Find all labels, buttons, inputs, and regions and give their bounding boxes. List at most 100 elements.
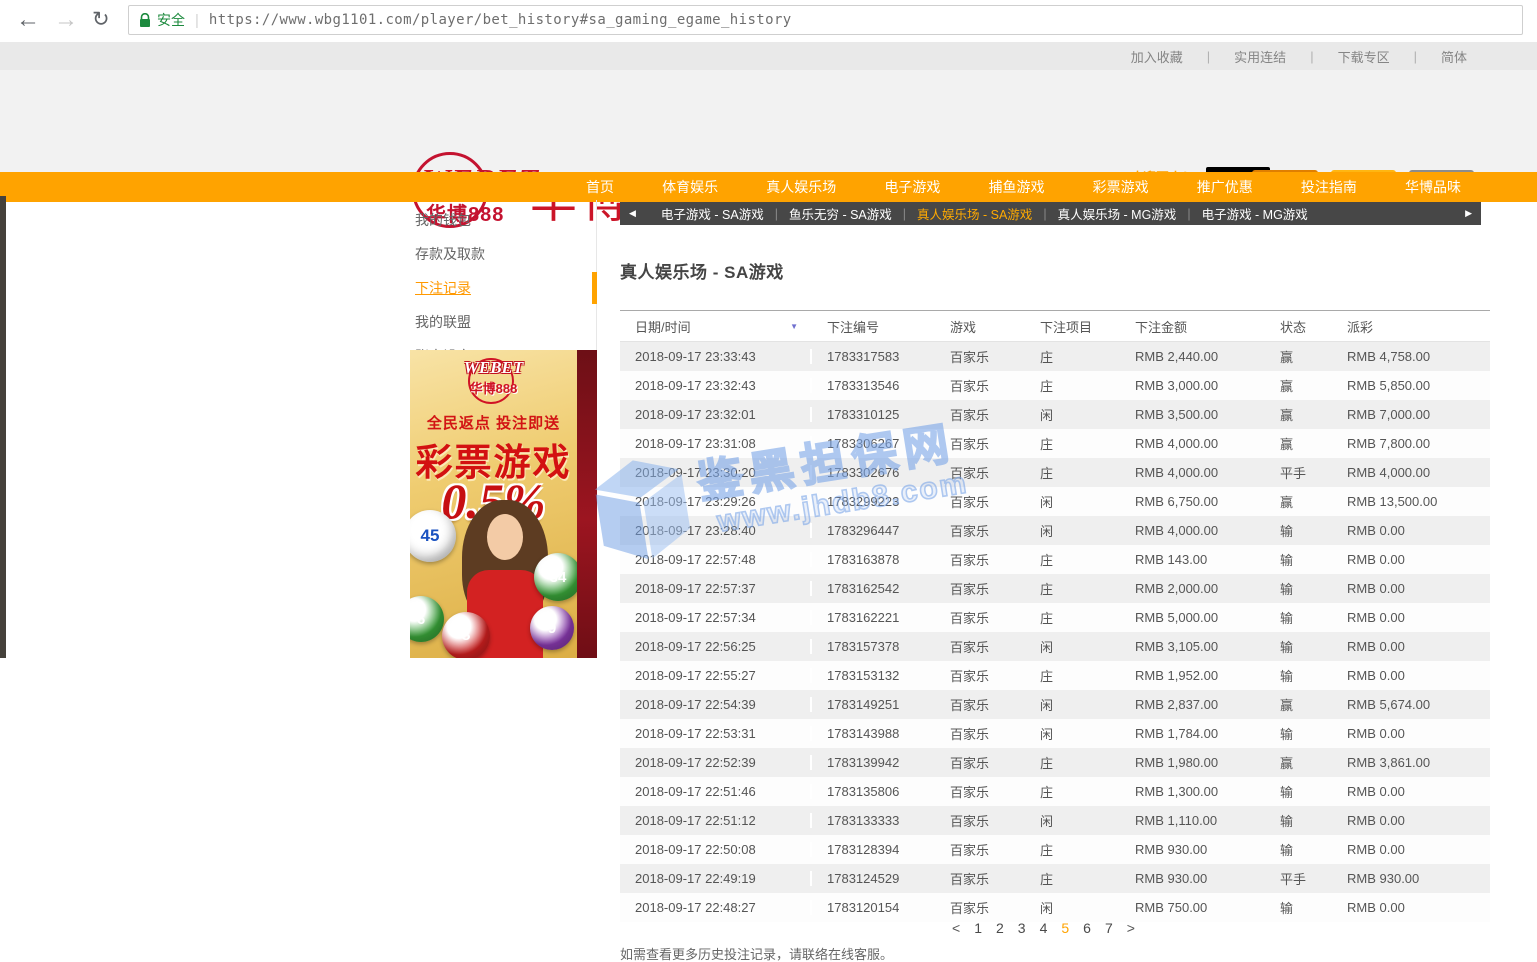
table-row: 2018-09-17 23:29:261783299223百家乐闲RMB 6,7… bbox=[620, 487, 1490, 516]
table-row: 2018-09-17 22:57:341783162221百家乐庄RMB 5,0… bbox=[620, 603, 1490, 632]
pagination-page-4[interactable]: 4 bbox=[1040, 920, 1048, 936]
nav-item-6[interactable]: 推广优惠 bbox=[1197, 177, 1253, 197]
cell: 输 bbox=[1265, 521, 1332, 540]
pagination-page-5[interactable]: 5 bbox=[1061, 920, 1069, 936]
cell: 1783162542 bbox=[812, 581, 935, 596]
page-edge-strip bbox=[0, 196, 6, 658]
cell: 庄 bbox=[1025, 782, 1120, 801]
cell: 庄 bbox=[1025, 347, 1120, 366]
address-bar[interactable]: 安全 | https://www.wbg1101.com/player/bet_… bbox=[128, 5, 1523, 35]
pagination-next[interactable]: > bbox=[1127, 920, 1135, 936]
sub-nav-bar: ◀ 电子游戏 - SA游戏|鱼乐无穷 - SA游戏|真人娱乐场 - SA游戏|真… bbox=[620, 202, 1481, 225]
cell: 庄 bbox=[1025, 434, 1120, 453]
cell: 1783157378 bbox=[812, 639, 935, 654]
promo-banner[interactable]: WEBET 华博888 全民返点 投注即送 彩票游戏 0.5% 4534689 bbox=[410, 350, 597, 658]
main-nav-items: 首页 体育娱乐 真人娱乐场 电子游戏 捕鱼游戏 彩票游戏 推广优惠 投注指南 华博品味 bbox=[586, 172, 1461, 202]
table-row: 2018-09-17 22:55:271783153132百家乐庄RMB 1,9… bbox=[620, 661, 1490, 690]
cell: 输 bbox=[1265, 579, 1332, 598]
utility-link-3[interactable]: 简体 bbox=[1441, 47, 1467, 66]
cell: RMB 0.00 bbox=[1332, 784, 1490, 799]
cell: 输 bbox=[1265, 840, 1332, 859]
subnav-tab-4[interactable]: 电子游戏 - MG游戏 bbox=[1202, 204, 1308, 223]
cell: 1783302676 bbox=[812, 465, 935, 480]
banner-next-slide-edge bbox=[577, 350, 597, 658]
nav-item-8[interactable]: 华博品味 bbox=[1405, 177, 1461, 197]
browser-back-icon[interactable]: ← bbox=[16, 4, 40, 36]
cell: RMB 7,800.00 bbox=[1332, 436, 1490, 451]
cell: 2018-09-17 23:31:08 bbox=[620, 436, 812, 451]
nav-item-0[interactable]: 首页 bbox=[586, 177, 614, 197]
column-header-0[interactable]: 日期/时间▼ bbox=[620, 317, 812, 336]
pagination-page-2[interactable]: 2 bbox=[996, 920, 1004, 936]
pagination-page-3[interactable]: 3 bbox=[1018, 920, 1026, 936]
pagination-page-7[interactable]: 7 bbox=[1105, 920, 1113, 936]
cell: RMB 3,105.00 bbox=[1120, 639, 1265, 654]
subnav-tab-2[interactable]: 真人娱乐场 - SA游戏 bbox=[917, 204, 1032, 223]
cell: RMB 0.00 bbox=[1332, 552, 1490, 567]
cell: 赢 bbox=[1265, 405, 1332, 424]
nav-item-7[interactable]: 投注指南 bbox=[1301, 177, 1357, 197]
browser-reload-icon[interactable]: ↻ bbox=[92, 4, 110, 36]
sidebar-item-1[interactable]: 存款及取款 bbox=[410, 237, 596, 271]
cell: 2018-09-17 22:51:12 bbox=[620, 813, 812, 828]
pagination-page-1[interactable]: 1 bbox=[974, 920, 982, 936]
table-row: 2018-09-17 22:48:271783120154百家乐闲RMB 750… bbox=[620, 893, 1490, 922]
cell: RMB 5,674.00 bbox=[1332, 697, 1490, 712]
cell: RMB 3,500.00 bbox=[1120, 407, 1265, 422]
cell: RMB 5,850.00 bbox=[1332, 378, 1490, 393]
separator: | bbox=[1310, 49, 1313, 64]
utility-link-0[interactable]: 加入收藏 bbox=[1131, 47, 1183, 66]
banner-logo: WEBET 华博888 bbox=[410, 358, 577, 397]
nav-item-4[interactable]: 捕鱼游戏 bbox=[989, 177, 1045, 197]
cell: 2018-09-17 22:48:27 bbox=[620, 900, 812, 915]
table-row: 2018-09-17 23:33:431783317583百家乐庄RMB 2,4… bbox=[620, 342, 1490, 371]
sidebar-item-0[interactable]: 我的钱包 bbox=[410, 203, 596, 237]
page-title: 真人娱乐场 - SA游戏 bbox=[620, 258, 784, 283]
pagination-prev[interactable]: < bbox=[952, 920, 960, 936]
column-label: 下注项目 bbox=[1040, 317, 1092, 336]
cell: 百家乐 bbox=[935, 637, 1025, 656]
subnav-prev-icon[interactable]: ◀ bbox=[629, 208, 636, 219]
nav-item-1[interactable]: 体育娱乐 bbox=[662, 177, 718, 197]
table-row: 2018-09-17 23:31:081783306267百家乐庄RMB 4,0… bbox=[620, 429, 1490, 458]
cell: 2018-09-17 23:33:43 bbox=[620, 349, 812, 364]
subnav-tab-3[interactable]: 真人娱乐场 - MG游戏 bbox=[1058, 204, 1177, 223]
url-text[interactable]: https://www.wbg1101.com/player/bet_histo… bbox=[209, 12, 792, 28]
cell: RMB 4,000.00 bbox=[1332, 465, 1490, 480]
cell: RMB 2,000.00 bbox=[1120, 581, 1265, 596]
sidebar-item-3[interactable]: 我的联盟 bbox=[410, 305, 596, 339]
subnav-tab-0[interactable]: 电子游戏 - SA游戏 bbox=[661, 204, 764, 223]
cell: 赢 bbox=[1265, 753, 1332, 772]
cell: RMB 1,952.00 bbox=[1120, 668, 1265, 683]
nav-item-3[interactable]: 电子游戏 bbox=[884, 177, 940, 197]
cell: 百家乐 bbox=[935, 434, 1025, 453]
nav-item-5[interactable]: 彩票游戏 bbox=[1093, 177, 1149, 197]
cell: 庄 bbox=[1025, 666, 1120, 685]
pagination-page-6[interactable]: 6 bbox=[1083, 920, 1091, 936]
cell: 2018-09-17 22:56:25 bbox=[620, 639, 812, 654]
table-row: 2018-09-17 23:30:201783302676百家乐庄RMB 4,0… bbox=[620, 458, 1490, 487]
cell: 百家乐 bbox=[935, 405, 1025, 424]
cell: RMB 7,000.00 bbox=[1332, 407, 1490, 422]
lottery-ball: 6 bbox=[410, 596, 444, 642]
subnav-next-icon[interactable]: ▶ bbox=[1465, 208, 1472, 219]
sort-desc-icon[interactable]: ▼ bbox=[790, 322, 798, 331]
separator: | bbox=[1414, 49, 1417, 64]
cell: 庄 bbox=[1025, 608, 1120, 627]
utility-link-2[interactable]: 下载专区 bbox=[1338, 47, 1390, 66]
browser-forward-icon: → bbox=[54, 4, 78, 36]
cell: RMB 0.00 bbox=[1332, 668, 1490, 683]
table-row: 2018-09-17 22:52:391783139942百家乐庄RMB 1,9… bbox=[620, 748, 1490, 777]
cell: 1783317583 bbox=[812, 349, 935, 364]
subnav-tab-1[interactable]: 鱼乐无穷 - SA游戏 bbox=[789, 204, 892, 223]
cell: 输 bbox=[1265, 666, 1332, 685]
lottery-ball: 45 bbox=[410, 510, 456, 562]
sidebar-item-2[interactable]: 下注记录 bbox=[410, 271, 596, 305]
table-row: 2018-09-17 22:56:251783157378百家乐闲RMB 3,1… bbox=[620, 632, 1490, 661]
nav-item-2[interactable]: 真人娱乐场 bbox=[766, 177, 836, 197]
column-header-5: 状态 bbox=[1265, 317, 1332, 336]
separator: | bbox=[775, 207, 778, 221]
utility-link-1[interactable]: 实用连结 bbox=[1234, 47, 1286, 66]
table-row: 2018-09-17 22:54:391783149251百家乐闲RMB 2,8… bbox=[620, 690, 1490, 719]
banner-logo-subbrand: 华博888 bbox=[410, 378, 577, 397]
